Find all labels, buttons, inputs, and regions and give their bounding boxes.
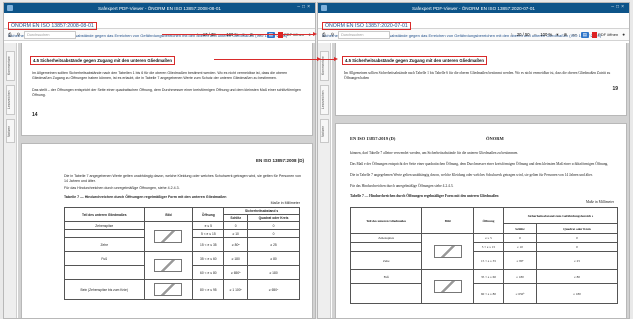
right-viewer-window: Safexpert PDF-Viewer - ÖNORM EN ISO 1385… bbox=[317, 2, 630, 319]
right-th-part: Teil des unteren Gliedmaßes bbox=[349, 207, 423, 234]
left-th-part: Teil des unteren Gliedmaßes bbox=[64, 207, 145, 222]
right-page-2: EN ISO 13857:2019 (D) ÖNORM können, darf… bbox=[335, 123, 627, 318]
right-section-heading: 4.5 Sicherheitsabstände gegen Zugang mit… bbox=[342, 56, 487, 65]
comparison-arrow-title bbox=[162, 34, 315, 35]
table-row: 60 < e ≤ 80 ≥ 650ᵇ ≥ 180 bbox=[349, 283, 618, 304]
table-row: Bein (Zehenspitze bis zum Knie) 80 < e ≤ … bbox=[64, 279, 300, 300]
left-section-heading: 4.5 Sicherheitsabstände gegen Zugang mit… bbox=[30, 56, 175, 65]
fit-page-icon[interactable]: ▭ bbox=[571, 32, 577, 38]
right-th-opening: Öffnung bbox=[472, 207, 504, 234]
search-icon[interactable]: ⚲ bbox=[330, 32, 335, 38]
foot-diagram bbox=[154, 259, 183, 272]
table-row: Zehenspitze e ≤ 500 bbox=[349, 233, 618, 270]
left-th-image: Bild bbox=[143, 207, 194, 222]
left-viewer-window: Safexpert PDF-Viewer - ÖNORM EN ISO 1385… bbox=[3, 2, 316, 319]
left-table-unit: Maße in Millimeter bbox=[270, 201, 300, 205]
zoom-in-icon[interactable]: ⊕ bbox=[563, 32, 569, 38]
left-title-bar: Safexpert PDF-Viewer - ÖNORM EN ISO 1385… bbox=[4, 3, 315, 13]
arrow-head bbox=[313, 32, 317, 36]
left-table-caption: Tabelle 7 — Hindurchreichen durch Öffnun… bbox=[64, 195, 227, 199]
table-row: Fuß 35 < e ≤ 60 ≥ 180 ≥ 80 bbox=[64, 251, 300, 280]
left-doc-header: ÖNORM EN ISO 13857:2008-08-01 Sicherheit… bbox=[4, 13, 315, 38]
right-th-slot: Schlitz bbox=[502, 223, 538, 234]
app-icon bbox=[7, 5, 13, 11]
left-th-opening: Öffnung bbox=[192, 207, 225, 222]
search-icon[interactable]: ⚲ bbox=[16, 32, 21, 38]
right-page2-paragraph-3: Die in Tabelle 7 angegebenen Werte gelte… bbox=[350, 173, 593, 177]
left-sidebar: Kommentare Lesezeichen Notizen bbox=[4, 43, 17, 318]
table-row: Fuß 35 < e ≤ 60 ≥ 180 ≥ 80 bbox=[349, 269, 618, 304]
left-page-1: 4.5 Sicherheitsabstände gegen Zugang mit… bbox=[21, 43, 313, 136]
right-window-title: Safexpert PDF-Viewer - ÖNORM EN ISO 1385… bbox=[412, 5, 535, 11]
right-page2-paragraph-2: Das Maß e der Öffnungen entspricht der S… bbox=[350, 162, 609, 166]
left-page-2: EN ISO 13857:2008 (D) Die in Tabelle 7 a… bbox=[21, 143, 313, 318]
left-th-slot: Schlitz bbox=[223, 214, 249, 222]
leg-diagram bbox=[154, 283, 183, 296]
page-up-icon[interactable]: ↑ bbox=[510, 32, 514, 37]
right-page-1: 4.5 Sicherheitsabstände gegen Zugang mit… bbox=[335, 43, 627, 116]
left-table-7: Teil des unteren Gliedmaßes Bild Öffnung Si… bbox=[64, 207, 300, 300]
foot-diagram bbox=[433, 280, 462, 293]
arrow-head bbox=[334, 57, 338, 61]
right-page2-paragraph-4: Für das Hindurchreichen durch unregelmäß… bbox=[350, 184, 454, 188]
right-th-image: Bild bbox=[421, 207, 474, 234]
fit-width-icon[interactable]: ▤ bbox=[580, 31, 590, 38]
table-row: Zehenspitze e ≤ 500 bbox=[64, 221, 300, 252]
right-open-pdf-button[interactable]: PDF öffnen bbox=[592, 31, 618, 38]
print-icon[interactable]: ⎙ bbox=[7, 32, 13, 37]
right-table-caption: Tabelle 7 — Hindurchreichen durch Öffnun… bbox=[350, 194, 499, 198]
pdf-icon bbox=[592, 31, 598, 38]
right-document-area[interactable]: 4.5 Sicherheitsabstände gegen Zugang mit… bbox=[332, 43, 629, 318]
comment-icon[interactable]: ● bbox=[621, 32, 626, 37]
window-controls[interactable]: –□× bbox=[297, 4, 312, 10]
right-tab-bookmarks[interactable]: Lesezeichen bbox=[320, 85, 329, 115]
right-sidebar: Kommentare Lesezeichen Notizen bbox=[318, 43, 331, 318]
right-tab-comments[interactable]: Kommentare bbox=[320, 51, 329, 81]
left-page-number: 14 bbox=[32, 112, 38, 118]
left-paragraph-1: Im Allgemeinen sollten Sicherheitsabstän… bbox=[32, 71, 288, 80]
right-paragraph-1: Im Allgemeinen sollten Sicherheitsabstän… bbox=[344, 71, 611, 80]
right-doc-header: ÖNORM EN ISO 13857:2020-07-01 Sicherheit… bbox=[318, 13, 629, 38]
left-tab-bookmarks[interactable]: Lesezeichen bbox=[6, 85, 15, 115]
comparison-arrow-section bbox=[214, 59, 319, 60]
right-tab-notes[interactable]: Notizen bbox=[320, 119, 329, 143]
right-table-7: Teil des unteren Gliedmaßes Bild Öffnung Si… bbox=[349, 207, 619, 304]
print-icon[interactable]: ⎙ bbox=[321, 32, 327, 37]
table-row: 5 < e ≤ 15 ≥ 10 0 bbox=[349, 242, 618, 252]
left-tab-comments[interactable]: Kommentare bbox=[6, 51, 15, 81]
zoom-out-icon[interactable]: − bbox=[533, 32, 538, 37]
left-document-area[interactable]: 4.5 Sicherheitsabstände gegen Zugang mit… bbox=[18, 43, 315, 318]
left-search-input[interactable]: Durchsuchen bbox=[24, 30, 77, 39]
right-th-square: Quadrat oder Kreis bbox=[536, 223, 618, 234]
right-page-counter[interactable]: 20 / 50 bbox=[517, 32, 530, 37]
right-page2-brand: ÖNORM bbox=[486, 136, 504, 141]
left-window-title: Safexpert PDF-Viewer - ÖNORM EN ISO 1385… bbox=[98, 5, 221, 11]
right-page2-header: EN ISO 13857:2019 (D) bbox=[350, 136, 396, 141]
window-controls[interactable]: –□× bbox=[611, 4, 626, 10]
right-norm-title: ÖNORM EN ISO 13857:2020-07-01 bbox=[322, 22, 411, 30]
right-page-number: 19 bbox=[612, 86, 618, 92]
table-row: Zehe 15 < e ≤ 35 ≥ 80ᵃ ≥ 25 bbox=[349, 251, 618, 270]
left-tab-notes[interactable]: Notizen bbox=[6, 119, 15, 143]
right-search-input[interactable]: Durchsuchen bbox=[338, 30, 391, 39]
right-page2-paragraph-1: können, darf Tabelle 7 alleine verwendet… bbox=[350, 151, 519, 155]
right-title-bar: Safexpert PDF-Viewer - ÖNORM EN ISO 1385… bbox=[318, 3, 629, 13]
toe-diagram bbox=[154, 230, 183, 243]
left-page2-paragraph-1: Die in Tabelle 7 angegebenen Werte gelte… bbox=[64, 174, 302, 183]
right-zoom-level[interactable]: 100 % bbox=[540, 32, 552, 37]
left-page2-header: EN ISO 13857:2008 (D) bbox=[255, 158, 304, 163]
chevron-down-icon[interactable]: ▾ bbox=[555, 32, 559, 38]
left-th-distance: Sicherheitsabstand s bbox=[223, 207, 300, 215]
left-page2-paragraph-2: Für das Hindurchreichen durch unregelmäß… bbox=[64, 186, 180, 190]
left-th-square: Quadrat oder Kreis bbox=[247, 214, 300, 222]
toe-diagram bbox=[433, 245, 462, 258]
right-th-distance: Sicherheitsabstand zum Gefährdungsbereic… bbox=[502, 207, 619, 224]
right-table-unit: Maße in Millimeter bbox=[585, 200, 614, 204]
left-norm-title: ÖNORM EN ISO 13857:2008-08-01 bbox=[8, 22, 97, 30]
app-icon bbox=[321, 5, 327, 11]
left-paragraph-2: Das stellt – der Öffnungen entspricht de… bbox=[32, 88, 301, 97]
